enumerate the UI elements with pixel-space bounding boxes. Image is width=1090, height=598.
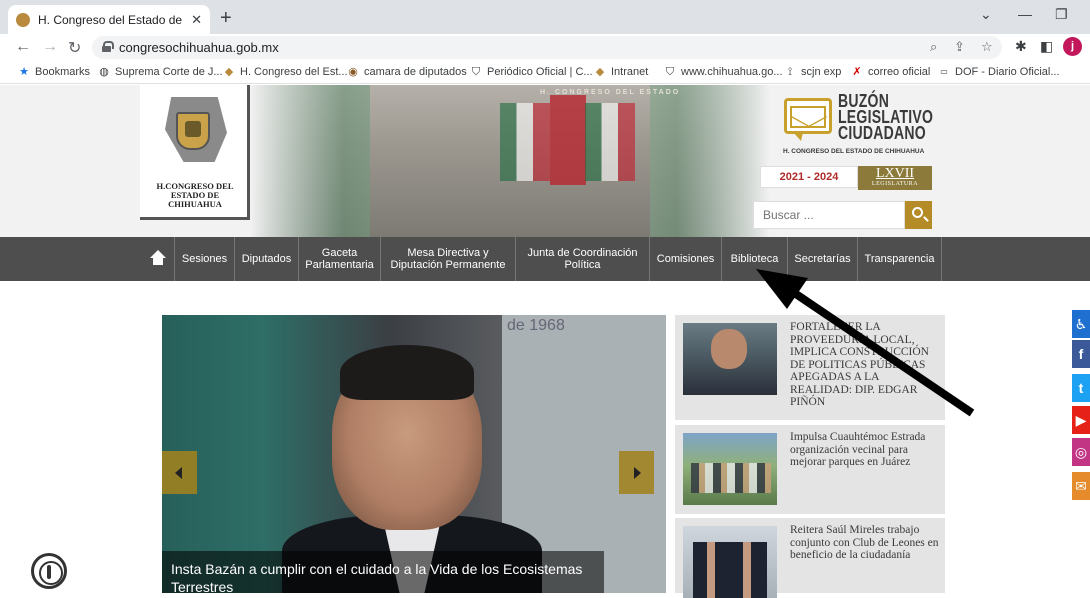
chamber-engraving: H. CONGRESO DEL ESTADO: [540, 89, 681, 96]
url-text: congresochihuahua.gob.mx: [119, 40, 279, 55]
side-panel-icon[interactable]: ◧: [1040, 38, 1053, 55]
slider-prev-button[interactable]: [162, 451, 197, 494]
scjn-icon: ⟟: [787, 66, 793, 78]
x-icon: ✗: [852, 66, 862, 78]
new-tab-button[interactable]: +: [220, 7, 232, 30]
tab-title: H. Congreso del Estado de Chihu: [38, 12, 185, 27]
congreso-favicon-icon: ◆: [595, 66, 605, 78]
camara-favicon-icon: ◉: [348, 66, 358, 78]
youtube-icon[interactable]: ▶: [1072, 406, 1090, 434]
minimize-button[interactable]: —: [1018, 6, 1032, 22]
accessibility-icon[interactable]: ♿: [1072, 310, 1090, 338]
news-thumbnail: [683, 433, 777, 505]
news-title: Reitera Saúl Mireles trabajo conjunto co…: [790, 524, 939, 561]
close-tab-icon[interactable]: ✕: [191, 12, 202, 28]
home-icon: [150, 250, 166, 266]
facebook-icon[interactable]: f: [1072, 340, 1090, 368]
news-item[interactable]: Reitera Saúl Mireles trabajo conjunto co…: [675, 518, 945, 598]
star-icon: ★: [19, 66, 29, 78]
congreso-favicon-icon: [16, 12, 30, 27]
shield-icon: ⛉: [471, 66, 481, 78]
slide-caption[interactable]: Insta Bazán a cumplir con el cuidado a l…: [162, 551, 604, 595]
menu-comisiones[interactable]: Comisiones: [650, 237, 722, 281]
share-icon[interactable]: ⇪: [954, 39, 965, 55]
congreso-favicon-icon: ◆: [224, 66, 234, 78]
browser-toolbar: ← → ↻ congresochihuahua.gob.mx ⌕ ⇪ ☆ ✱ ◧…: [0, 34, 1090, 62]
bookmark-item[interactable]: ◉ camara de diputados: [347, 66, 467, 78]
bookmark-item[interactable]: ◍ Suprema Corte de J...: [98, 66, 222, 78]
profile-avatar[interactable]: j: [1063, 37, 1082, 56]
legislature-years: 2021 - 2024: [760, 166, 858, 188]
menu-mesa-directiva[interactable]: Mesa Directiva y Diputación Permanente: [381, 237, 516, 281]
slider-next-button[interactable]: [619, 451, 654, 494]
back-arrow-icon[interactable]: ←: [15, 38, 31, 56]
buzon-legislativo-title[interactable]: BUZÓN LEGISLATIVO CIUDADANO: [838, 92, 933, 142]
coat-of-arms-icon: [176, 112, 210, 150]
instagram-icon[interactable]: ◎: [1072, 438, 1090, 466]
maximize-button[interactable]: ❐: [1055, 6, 1068, 23]
news-item[interactable]: Impulsa Cuauhtémoc Estrada organización …: [675, 425, 945, 514]
shield-icon: ⛉: [665, 66, 675, 78]
slide-caption-text: Insta Bazán a cumplir con el cuidado a l…: [171, 561, 583, 595]
legislature-badge: LXVII LEGISLATURA: [858, 166, 932, 190]
bookmark-item[interactable]: ▭ DOF - Diario Oficial...: [938, 66, 1059, 78]
news-thumbnail: [683, 323, 777, 395]
email-icon[interactable]: ✉: [1072, 472, 1090, 500]
menu-junta-coordinacion[interactable]: Junta de Coordinación Política: [516, 237, 650, 281]
congreso-logo[interactable]: H.CONGRESO DEL ESTADO DE CHIHUAHUA: [140, 85, 250, 220]
main-menu: Sesiones Diputados Gaceta Parlamentaria …: [0, 237, 1090, 281]
bookmark-item[interactable]: ★ Bookmarks: [18, 66, 90, 78]
extensions-puzzle-icon[interactable]: ✱: [1015, 38, 1027, 55]
site-search-input[interactable]: [753, 201, 905, 229]
bookmark-item[interactable]: ◆ H. Congreso del Est...: [223, 66, 348, 78]
slide-background-text: de 1968: [507, 317, 565, 334]
news-item[interactable]: FORTALECER LA PROVEEDURÍA LOCAL, IMPLICA…: [675, 315, 945, 420]
menu-biblioteca[interactable]: Biblioteca: [722, 237, 788, 281]
news-title: FORTALECER LA PROVEEDURÍA LOCAL, IMPLICA…: [790, 321, 929, 408]
globe-icon: ◍: [99, 66, 109, 78]
news-title: Impulsa Cuauhtémoc Estrada organización …: [790, 431, 926, 468]
bookmark-item[interactable]: ⛉ www.chihuahua.go...: [664, 66, 783, 78]
bookmarks-bar: ★ Bookmarks ◍ Suprema Corte de J... ◆ H. Co…: [0, 62, 1090, 84]
search-button[interactable]: [905, 201, 932, 229]
accessibility-widget-icon[interactable]: [31, 553, 67, 589]
zoom-icon[interactable]: ⌕: [930, 39, 937, 55]
bookmark-item[interactable]: ✗ correo oficial: [851, 66, 930, 78]
menu-home[interactable]: [140, 237, 175, 281]
reload-icon[interactable]: ↻: [68, 38, 81, 58]
news-thumbnail: [683, 526, 777, 598]
bookmark-item[interactable]: ⟟ scjn exp: [784, 66, 841, 78]
menu-diputados[interactable]: Diputados: [235, 237, 299, 281]
bookmark-star-icon[interactable]: ☆: [981, 39, 993, 55]
forward-arrow-icon[interactable]: →: [42, 38, 58, 56]
dof-icon: ▭: [940, 67, 948, 76]
lock-icon: [102, 41, 114, 52]
bookmark-item[interactable]: ◆ Intranet: [594, 66, 649, 78]
buzon-subtitle: H. CONGRESO DEL ESTADO DE CHIHUAHUA: [783, 148, 925, 155]
browser-tab-active[interactable]: H. Congreso del Estado de Chihu ✕: [8, 5, 210, 34]
menu-gaceta-parlamentaria[interactable]: Gaceta Parlamentaria: [299, 237, 381, 281]
menu-secretarias[interactable]: Secretarías: [788, 237, 858, 281]
tab-search-chevron-icon[interactable]: ⌄: [980, 6, 992, 23]
twitter-icon[interactable]: t: [1072, 374, 1090, 402]
browser-tabstrip: H. Congreso del Estado de Chihu ✕ + ⌄ — …: [0, 0, 1090, 34]
mail-bubble-icon[interactable]: [784, 98, 832, 142]
menu-sesiones[interactable]: Sesiones: [175, 237, 235, 281]
search-icon: [912, 207, 923, 218]
bookmark-item[interactable]: ⛉ Periódico Oficial | C...: [470, 66, 593, 78]
address-bar[interactable]: congresochihuahua.gob.mx ⌕ ⇪ ☆: [92, 36, 1002, 59]
menu-transparencia[interactable]: Transparencia: [858, 237, 942, 281]
logo-text: H.CONGRESO DEL ESTADO DE CHIHUAHUA: [156, 181, 234, 209]
